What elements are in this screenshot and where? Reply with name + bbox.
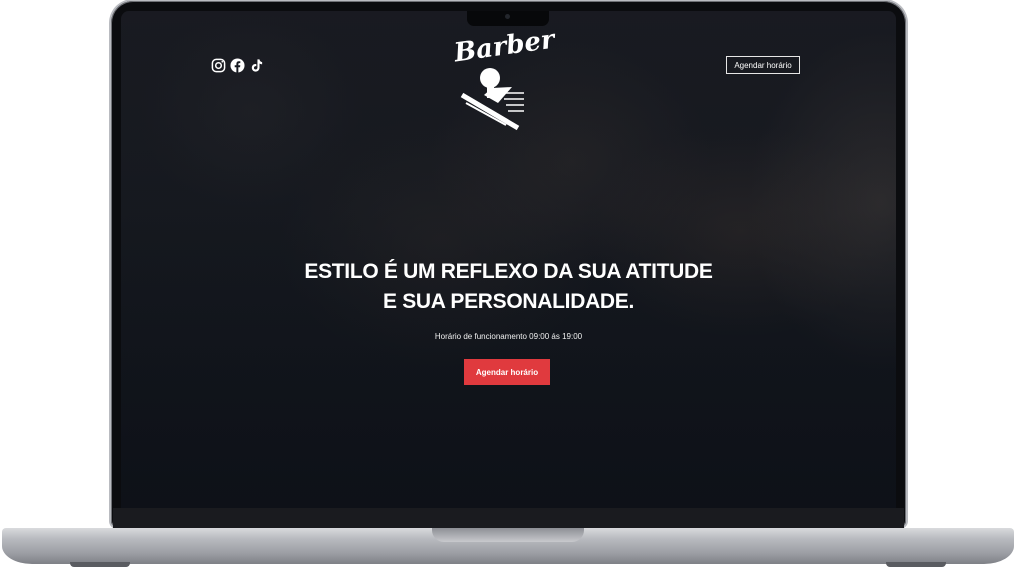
hero-section: Barber Agendar horário ESTILO É UM REFLE… xyxy=(121,11,896,508)
laptop-foot-right xyxy=(886,562,946,567)
social-links xyxy=(211,58,264,73)
instagram-icon[interactable] xyxy=(211,58,226,73)
laptop-foot-left xyxy=(70,562,130,567)
laptop-screen: Barber Agendar horário ESTILO É UM REFLE… xyxy=(121,11,896,508)
schedule-cta-button[interactable]: Agendar horário xyxy=(464,359,550,385)
camera-icon xyxy=(505,14,510,19)
razor-icon xyxy=(460,68,524,131)
laptop-chin xyxy=(113,508,904,528)
headline-line-2: E SUA PERSONALIDADE. xyxy=(382,290,635,313)
facebook-icon[interactable] xyxy=(230,58,245,73)
laptop-opening-notch xyxy=(432,528,584,542)
business-hours: Horário de funcionamento 09:00 ás 19:00 xyxy=(434,332,583,341)
tiktok-icon[interactable] xyxy=(249,58,264,73)
schedule-nav-button[interactable]: Agendar horário xyxy=(726,56,800,74)
hero-headline: ESTILO É UM REFLEXO DA SUA ATITUDE E SUA… xyxy=(121,257,896,317)
barber-logo[interactable]: Barber xyxy=(452,25,556,133)
headline-line-1: ESTILO É UM REFLEXO DA SUA ATITUDE xyxy=(304,260,713,283)
